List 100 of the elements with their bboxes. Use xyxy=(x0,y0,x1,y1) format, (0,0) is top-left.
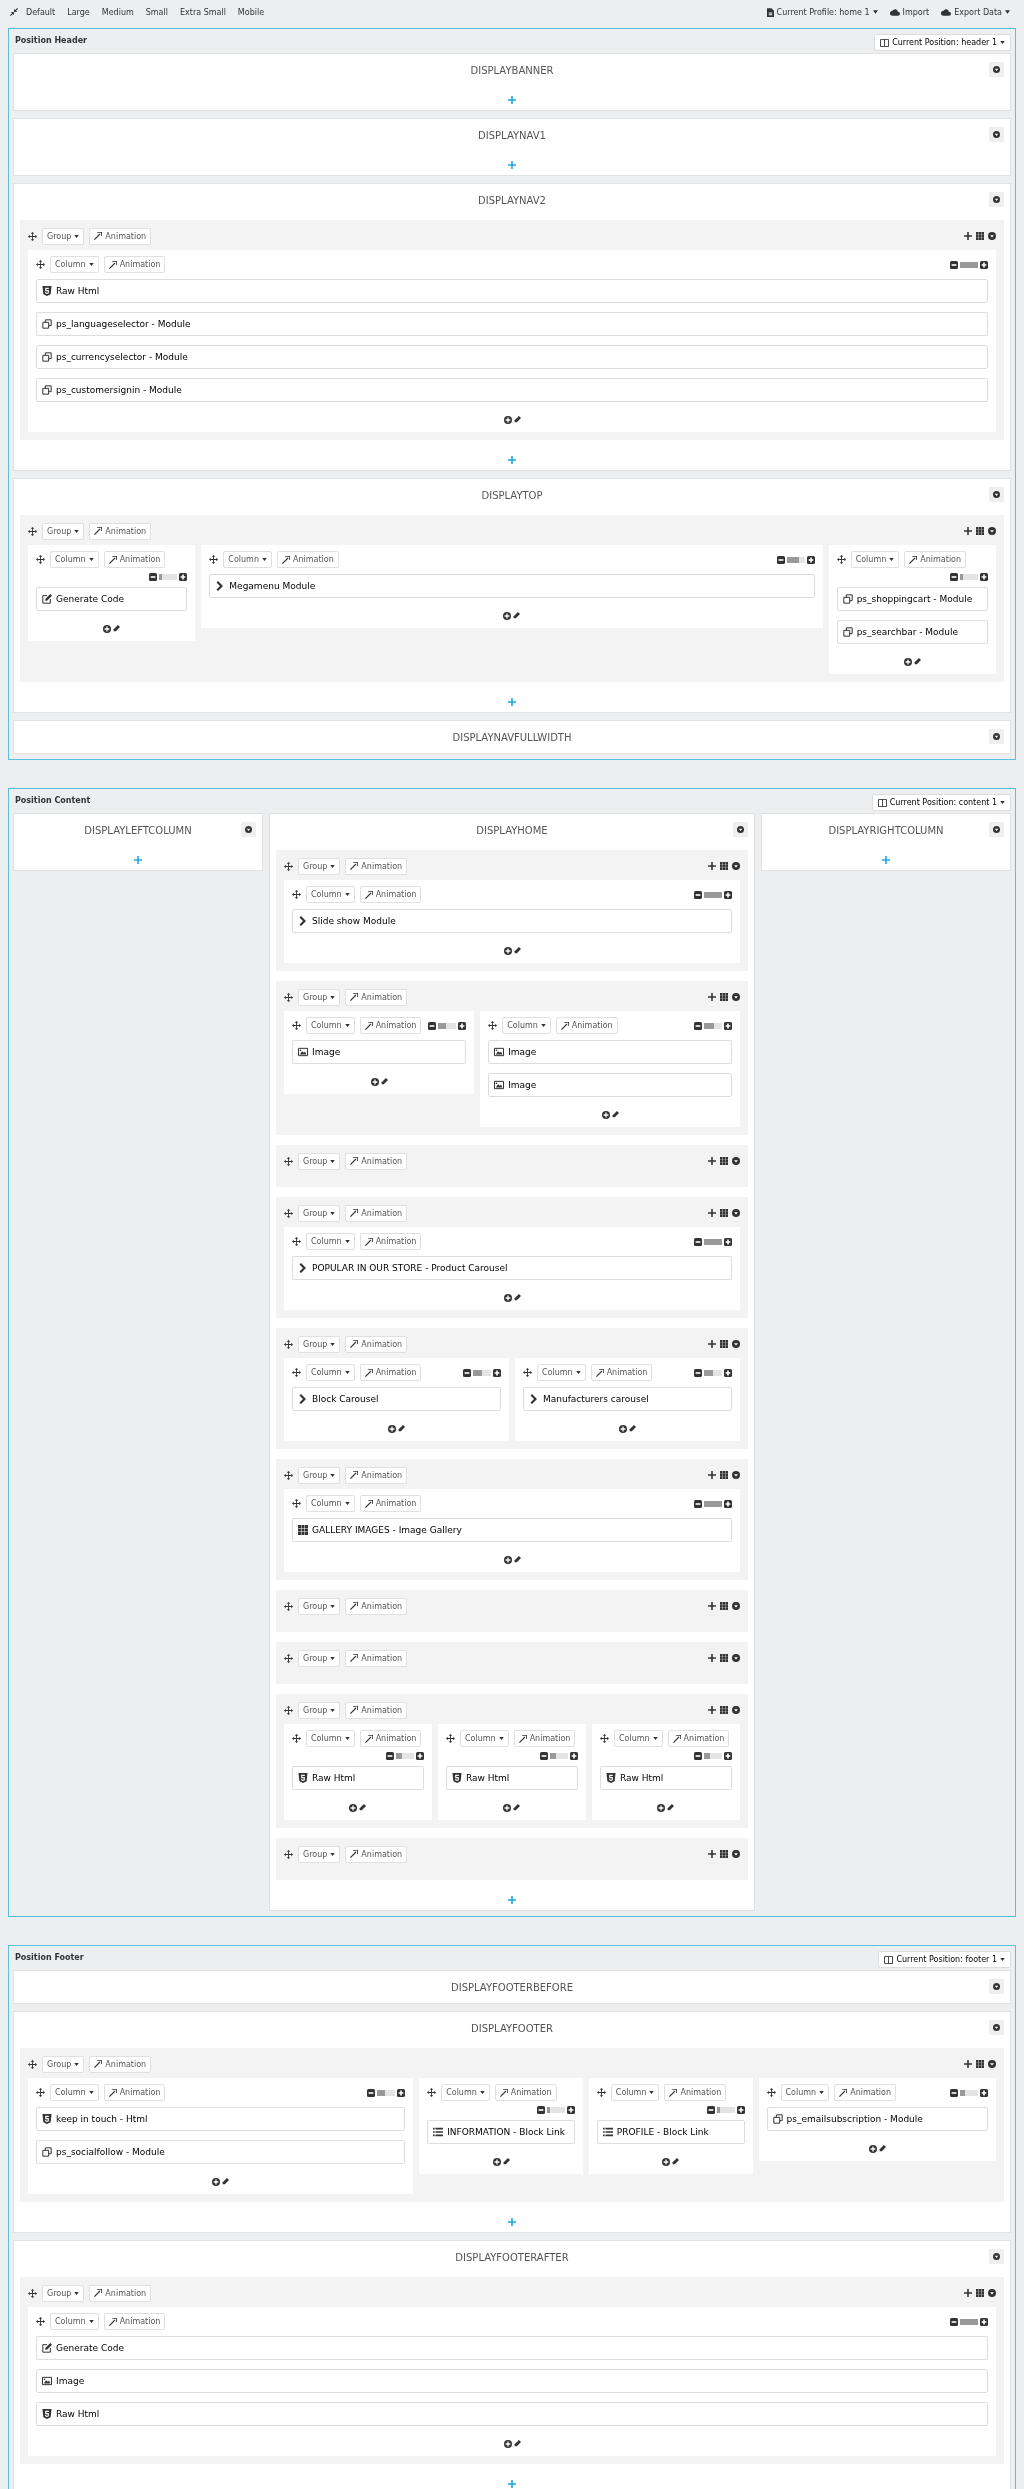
plus-square-icon[interactable] xyxy=(724,1021,732,1030)
widget-item[interactable]: Raw Html xyxy=(36,279,988,303)
move-icon[interactable] xyxy=(36,2088,45,2097)
pencil-icon[interactable] xyxy=(878,2145,886,2152)
group-dropdown[interactable]: Group xyxy=(298,1152,341,1170)
move-icon[interactable] xyxy=(523,1368,532,1377)
circle-plus-icon[interactable] xyxy=(370,1078,379,1086)
animation-button[interactable]: Animation xyxy=(345,1466,408,1484)
plus-square-icon[interactable] xyxy=(980,2317,988,2326)
grid-icon[interactable] xyxy=(976,2289,984,2297)
plus-square-icon[interactable] xyxy=(980,260,988,269)
circle-arrow-icon[interactable] xyxy=(988,527,996,535)
group-dropdown[interactable]: Group xyxy=(298,1701,341,1719)
circle-plus-icon[interactable] xyxy=(503,1804,512,1812)
move-icon[interactable] xyxy=(284,1156,293,1166)
widget-item[interactable]: ps_searchbar - Module xyxy=(836,620,988,644)
column-dropdown[interactable]: Column xyxy=(306,886,355,903)
column-dropdown[interactable]: Column xyxy=(306,1233,355,1250)
hook-settings-button[interactable] xyxy=(989,2249,1004,2264)
circle-arrow-icon[interactable] xyxy=(732,1602,740,1610)
plus-square-icon[interactable] xyxy=(736,2106,745,2114)
plus-icon[interactable] xyxy=(708,862,716,870)
move-icon[interactable] xyxy=(28,231,37,241)
animation-button[interactable]: Animation xyxy=(359,1730,422,1747)
move-icon[interactable] xyxy=(28,526,37,536)
circle-plus-icon[interactable] xyxy=(503,1556,512,1564)
circle-arrow-icon[interactable] xyxy=(732,993,740,1001)
animation-button[interactable]: Animation xyxy=(277,551,339,568)
grid-icon[interactable] xyxy=(720,1850,728,1858)
circle-plus-icon[interactable] xyxy=(657,1804,666,1812)
pencil-icon[interactable] xyxy=(611,1111,619,1118)
device-size-button[interactable]: Default xyxy=(22,5,60,19)
move-icon[interactable] xyxy=(284,992,293,1002)
grid-icon[interactable] xyxy=(720,1706,728,1714)
group-dropdown[interactable]: Group xyxy=(298,1335,341,1353)
grid-icon[interactable] xyxy=(976,232,984,240)
minus-square-icon[interactable] xyxy=(367,2088,376,2097)
move-icon[interactable] xyxy=(36,260,45,269)
widget-item[interactable]: PROFILE - Block Link xyxy=(596,2120,745,2144)
pencil-icon[interactable] xyxy=(672,2158,680,2165)
animation-button[interactable]: Animation xyxy=(103,2084,166,2101)
move-icon[interactable] xyxy=(284,1849,293,1859)
animation-button[interactable]: Animation xyxy=(359,1364,422,1381)
move-icon[interactable] xyxy=(292,1734,301,1743)
column-dropdown[interactable]: Column xyxy=(306,1730,355,1747)
plus-square-icon[interactable] xyxy=(724,1499,732,1508)
animation-button[interactable]: Animation xyxy=(345,1597,408,1615)
device-size-button[interactable]: Extra Small xyxy=(175,5,230,19)
widget-item[interactable]: Generate Code xyxy=(36,587,188,611)
group-dropdown[interactable]: Group xyxy=(298,1466,341,1484)
move-icon[interactable] xyxy=(446,1734,455,1743)
device-size-button[interactable]: Medium xyxy=(97,5,138,19)
animation-button[interactable]: Animation xyxy=(103,2313,166,2330)
plus-square-icon[interactable] xyxy=(493,1368,501,1377)
column-dropdown[interactable]: Column xyxy=(50,2084,99,2101)
move-icon[interactable] xyxy=(284,1208,293,1218)
minus-square-icon[interactable] xyxy=(694,1368,702,1377)
widget-item[interactable]: Block Carousel xyxy=(292,1387,501,1411)
widget-item[interactable]: Megamenu Module xyxy=(209,574,815,598)
group-dropdown[interactable]: Group xyxy=(42,522,85,540)
animation-button[interactable]: Animation xyxy=(590,1364,653,1381)
circle-plus-icon[interactable] xyxy=(503,1294,512,1302)
plus-square-icon[interactable] xyxy=(458,1021,467,1030)
circle-arrow-icon[interactable] xyxy=(732,1654,740,1662)
move-icon[interactable] xyxy=(36,555,45,564)
animation-button[interactable]: Animation xyxy=(345,1204,408,1222)
animation-button[interactable]: Animation xyxy=(345,1649,408,1667)
move-icon[interactable] xyxy=(292,1021,301,1030)
plus-icon[interactable] xyxy=(708,993,716,1001)
minus-square-icon[interactable] xyxy=(149,573,158,581)
hook-settings-button[interactable] xyxy=(989,127,1004,142)
widget-item[interactable]: keep in touch - Html xyxy=(36,2107,406,2131)
plus-square-icon[interactable] xyxy=(566,2106,575,2114)
minus-square-icon[interactable] xyxy=(463,1368,471,1377)
minus-square-icon[interactable] xyxy=(539,1752,548,1760)
circle-plus-icon[interactable] xyxy=(103,625,112,633)
widget-item[interactable]: ps_shoppingcart - Module xyxy=(836,587,988,611)
plus-icon[interactable] xyxy=(964,2289,972,2297)
hook-settings-button[interactable] xyxy=(241,822,256,837)
minus-square-icon[interactable] xyxy=(694,890,702,899)
hook-settings-button[interactable] xyxy=(989,1979,1004,1994)
circle-plus-icon[interactable] xyxy=(503,612,512,620)
circle-plus-icon[interactable] xyxy=(349,1804,358,1812)
add-icon[interactable] xyxy=(508,161,516,169)
pencil-icon[interactable] xyxy=(513,2440,521,2447)
plus-icon[interactable] xyxy=(708,1654,716,1662)
widget-item[interactable]: Slide show Module xyxy=(292,909,732,933)
column-dropdown[interactable]: Column xyxy=(50,551,99,568)
hook-settings-button[interactable] xyxy=(989,62,1004,77)
animation-button[interactable]: Animation xyxy=(494,2084,557,2101)
pencil-icon[interactable] xyxy=(667,1804,675,1811)
plus-icon[interactable] xyxy=(708,1850,716,1858)
plus-icon[interactable] xyxy=(964,232,972,240)
plus-icon[interactable] xyxy=(964,527,972,535)
animation-button[interactable]: Animation xyxy=(359,886,422,903)
animation-button[interactable]: Animation xyxy=(345,857,408,875)
profile-dropdown[interactable]: Current Profile: home 1 xyxy=(762,5,882,19)
plus-square-icon[interactable] xyxy=(724,1237,732,1246)
column-dropdown[interactable]: Column xyxy=(223,551,272,568)
animation-button[interactable]: Animation xyxy=(359,1495,422,1512)
